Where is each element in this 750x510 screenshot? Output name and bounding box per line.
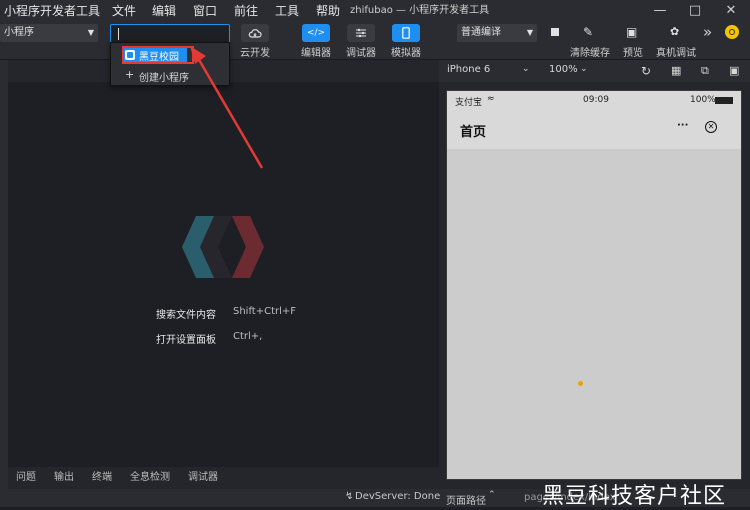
watermark-text: 黑豆科技客户社区: [542, 484, 727, 509]
annotation-arrow: [190, 46, 264, 169]
